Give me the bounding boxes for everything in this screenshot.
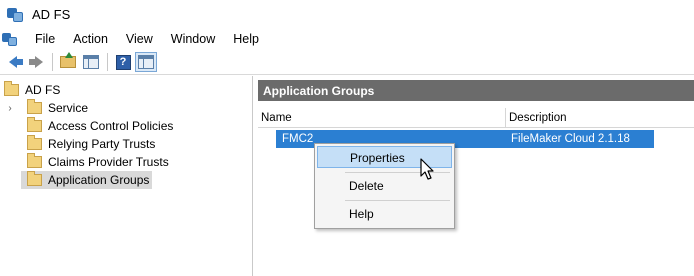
menu-action[interactable]: Action [64,29,117,49]
folder-up-icon [60,52,76,68]
menu-view[interactable]: View [117,29,162,49]
window-title: AD FS [32,6,71,22]
help-icon: ? [115,54,131,70]
back-icon [9,56,23,68]
show-hide-action-pane-icon [138,55,154,69]
folder-icon [27,171,42,186]
folder-icon [4,81,19,96]
tree-item-label: Application Groups [48,173,150,187]
adfs-app-icon [6,5,24,23]
tree-item-relying-party-trusts[interactable]: Relying Party Trusts [27,135,155,153]
menu-file[interactable]: File [26,29,64,49]
tree-root-label: AD FS [25,83,61,97]
tree-item-label: Access Control Policies [48,119,174,133]
forward-button[interactable] [25,52,47,72]
chevron-right-icon[interactable]: › [5,103,15,114]
toolbar-separator [107,53,108,71]
show-hide-tree-button[interactable] [80,52,102,72]
tree-item-application-groups[interactable]: Application Groups [21,171,153,189]
menu-window[interactable]: Window [162,29,224,49]
tree-root[interactable]: AD FS [4,81,60,99]
menu-bar: File Action View Window Help [0,28,694,50]
folder-icon [27,99,42,114]
tree-item-access-control-policies[interactable]: Access Control Policies [27,117,173,135]
forward-icon [29,56,43,68]
tree-item-label: Relying Party Trusts [48,137,156,151]
show-hide-action-pane-button[interactable] [135,52,157,72]
tree-item-label: Service [48,101,89,115]
folder-icon [27,117,42,132]
help-button[interactable]: ? [112,52,134,72]
menu-help[interactable]: Help [224,29,268,49]
results-pane-header: Application Groups [258,80,694,101]
folder-icon [27,135,42,150]
up-one-level-button[interactable] [57,52,79,72]
row-description-cell[interactable]: FileMaker Cloud 2.1.18 [511,130,630,148]
column-header-name[interactable]: Name [258,108,506,128]
menu-separator [345,200,450,201]
tree-item-service[interactable]: › Service [5,99,88,117]
title-bar: AD FS [0,0,694,28]
context-menu-help[interactable]: Help [317,203,452,225]
console-tree: AD FS › Service Access Control Policies … [0,76,253,276]
show-hide-tree-icon [83,55,99,69]
folder-icon [27,153,42,168]
row-name-cell[interactable]: FMC2 [282,130,313,148]
column-header-description[interactable]: Description [506,108,694,128]
tree-item-claims-provider-trusts[interactable]: Claims Provider Trusts [27,153,169,171]
context-menu: Properties Delete Help [314,143,455,229]
system-menu-icon[interactable] [2,31,18,47]
toolbar: ? [0,50,694,75]
mouse-cursor-icon [420,158,434,180]
tree-item-label: Claims Provider Trusts [48,155,169,169]
toolbar-separator [52,53,53,71]
back-button[interactable] [2,52,24,72]
